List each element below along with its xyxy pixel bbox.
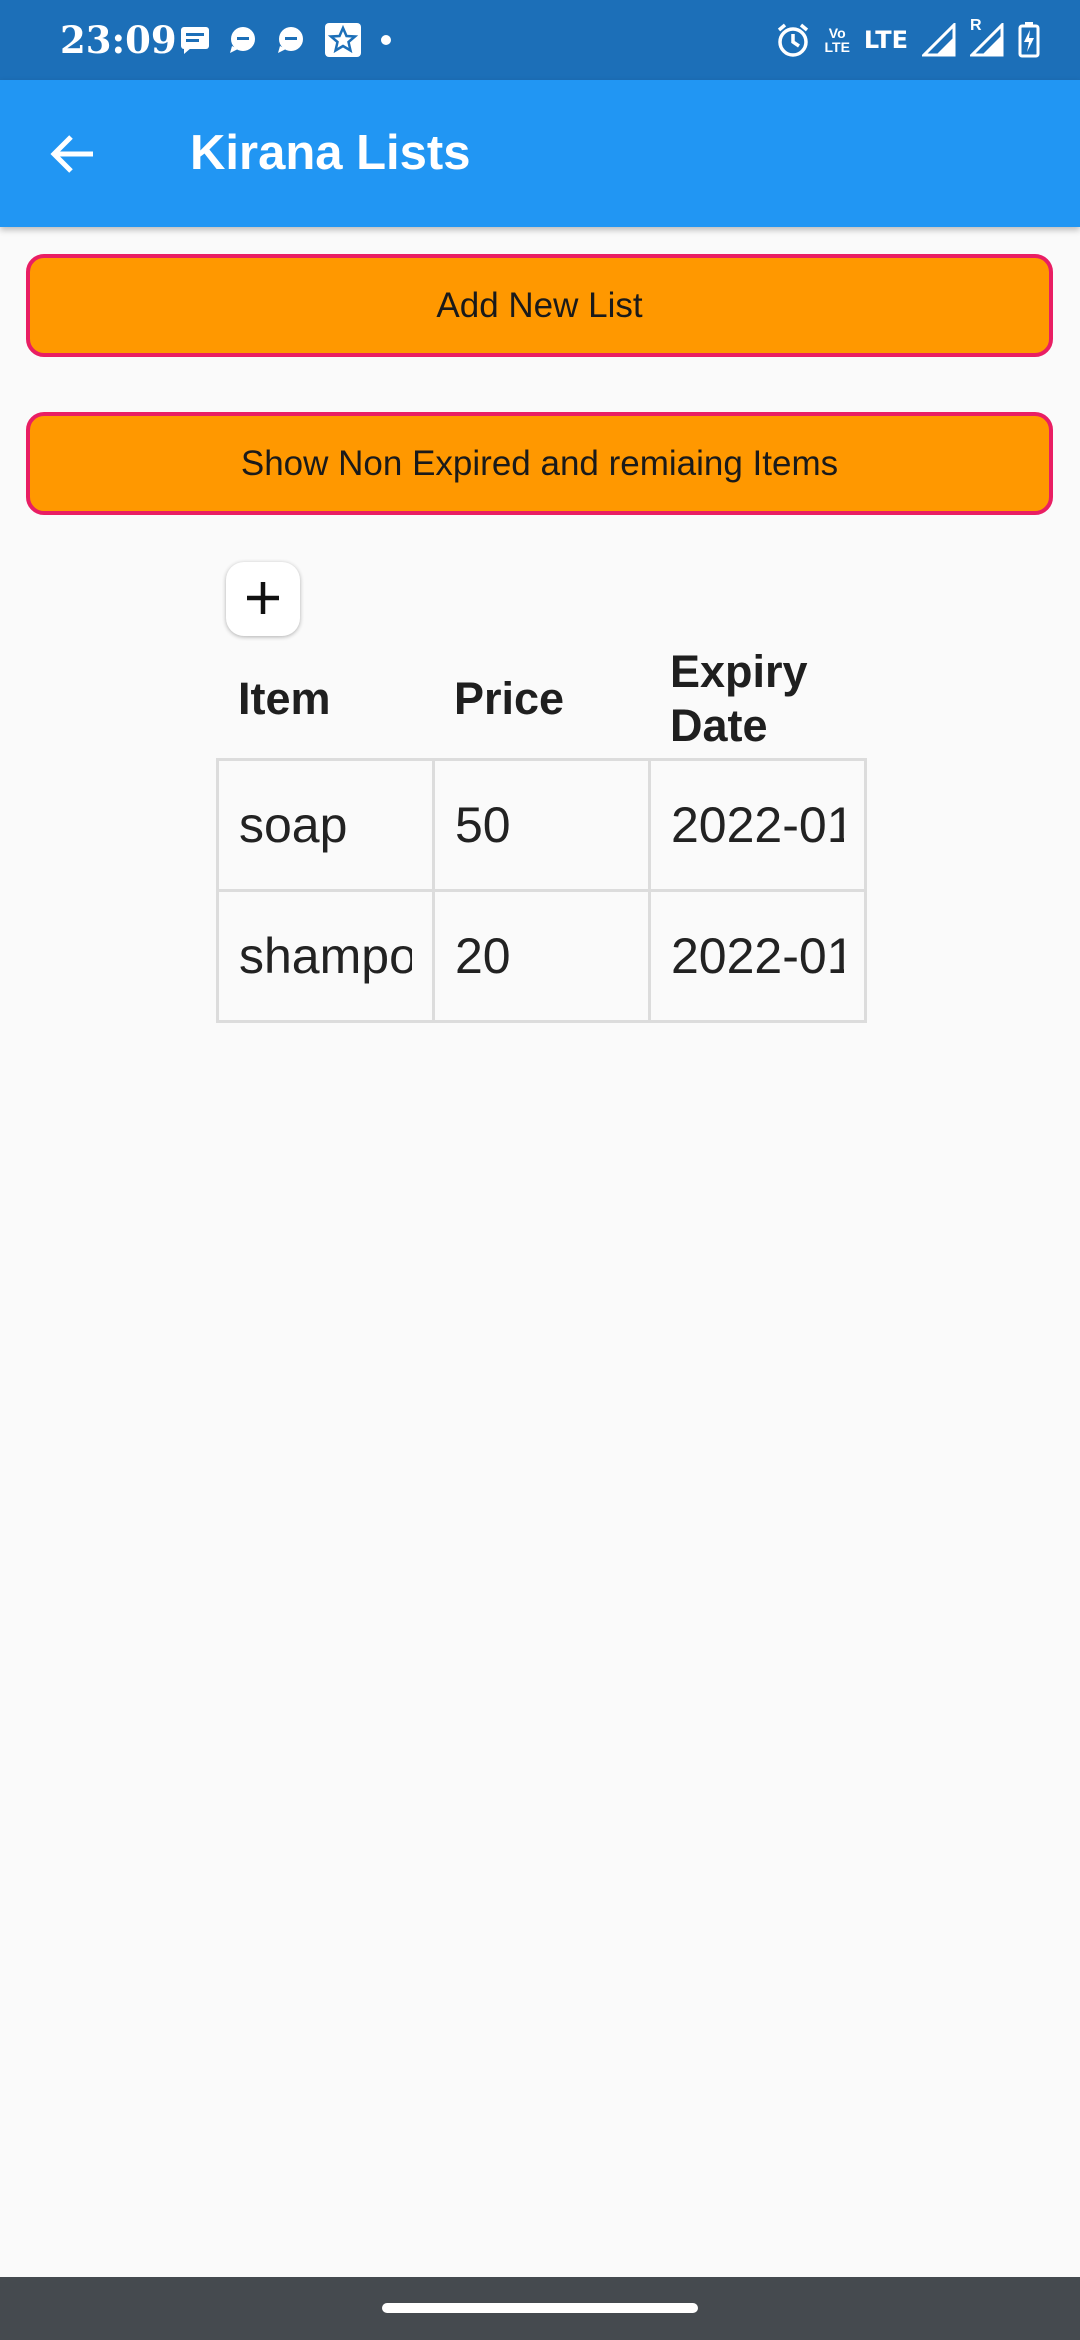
status-time: 23:09 bbox=[60, 18, 177, 62]
volte-top-text: Vo bbox=[828, 25, 846, 41]
battery-charging-icon bbox=[1018, 22, 1040, 58]
star-badge-icon bbox=[324, 22, 362, 58]
item-expiry: 2022-01 bbox=[671, 797, 844, 853]
expiry-cell[interactable]: 2022-01 bbox=[648, 758, 867, 892]
price-cell[interactable]: 50 bbox=[432, 758, 651, 892]
roaming-label: R bbox=[970, 17, 982, 34]
column-header-price: Price bbox=[432, 640, 648, 758]
add-new-list-button[interactable]: Add New List bbox=[26, 254, 1053, 357]
volte-bottom-text: LTE bbox=[824, 39, 850, 55]
column-header-expiry: Expiry Date bbox=[648, 640, 864, 758]
home-indicator[interactable] bbox=[382, 2303, 698, 2313]
items-table: soap 50 2022-01 shampoo 20 2022-01 bbox=[216, 758, 867, 1023]
column-header-price-label: Price bbox=[454, 673, 565, 724]
navigation-bar bbox=[0, 2277, 1080, 2340]
signal-icon bbox=[922, 23, 956, 57]
item-price: 50 bbox=[455, 797, 511, 853]
price-cell[interactable]: 20 bbox=[432, 889, 651, 1023]
add-row-button[interactable] bbox=[226, 562, 300, 636]
plus-icon bbox=[243, 578, 283, 621]
column-header-item-label: Item bbox=[238, 673, 331, 724]
column-header-item: Item bbox=[216, 640, 432, 758]
notification-icons bbox=[180, 20, 392, 60]
page-title: Kirana Lists bbox=[190, 126, 471, 180]
column-header-expiry-label: Expiry Date bbox=[670, 646, 808, 751]
alarm-icon bbox=[775, 22, 811, 58]
item-name: shampoo bbox=[239, 928, 412, 984]
arrow-back-icon bbox=[49, 134, 95, 179]
item-cell[interactable]: shampoo bbox=[216, 889, 435, 1023]
item-price: 20 bbox=[455, 928, 511, 984]
volte-icon: Vo LTE bbox=[825, 26, 850, 54]
chat-bubble-icon bbox=[228, 26, 258, 54]
item-name: soap bbox=[239, 797, 348, 853]
back-button[interactable] bbox=[36, 120, 108, 192]
table-row: soap 50 2022-01 bbox=[216, 758, 867, 892]
expiry-cell[interactable]: 2022-01 bbox=[648, 889, 867, 1023]
system-icons: Vo LTE LTE R bbox=[775, 17, 1041, 62]
signal-roaming-icon: R bbox=[970, 17, 1004, 57]
table-header: Item Price Expiry Date bbox=[216, 640, 864, 758]
show-non-expired-button[interactable]: Show Non Expired and remiaing Items bbox=[26, 412, 1053, 515]
item-expiry: 2022-01 bbox=[671, 928, 844, 984]
message-icon bbox=[180, 26, 210, 54]
dot-icon bbox=[380, 34, 392, 46]
table-row: shampoo 20 2022-01 bbox=[216, 889, 867, 1023]
chat-bubble-icon bbox=[276, 26, 306, 54]
lte-icon: LTE bbox=[863, 26, 908, 54]
item-cell[interactable]: soap bbox=[216, 758, 435, 892]
app-bar: Kirana Lists bbox=[0, 80, 1080, 227]
status-bar: 23:09 Vo LTE LTE R bbox=[0, 0, 1080, 80]
